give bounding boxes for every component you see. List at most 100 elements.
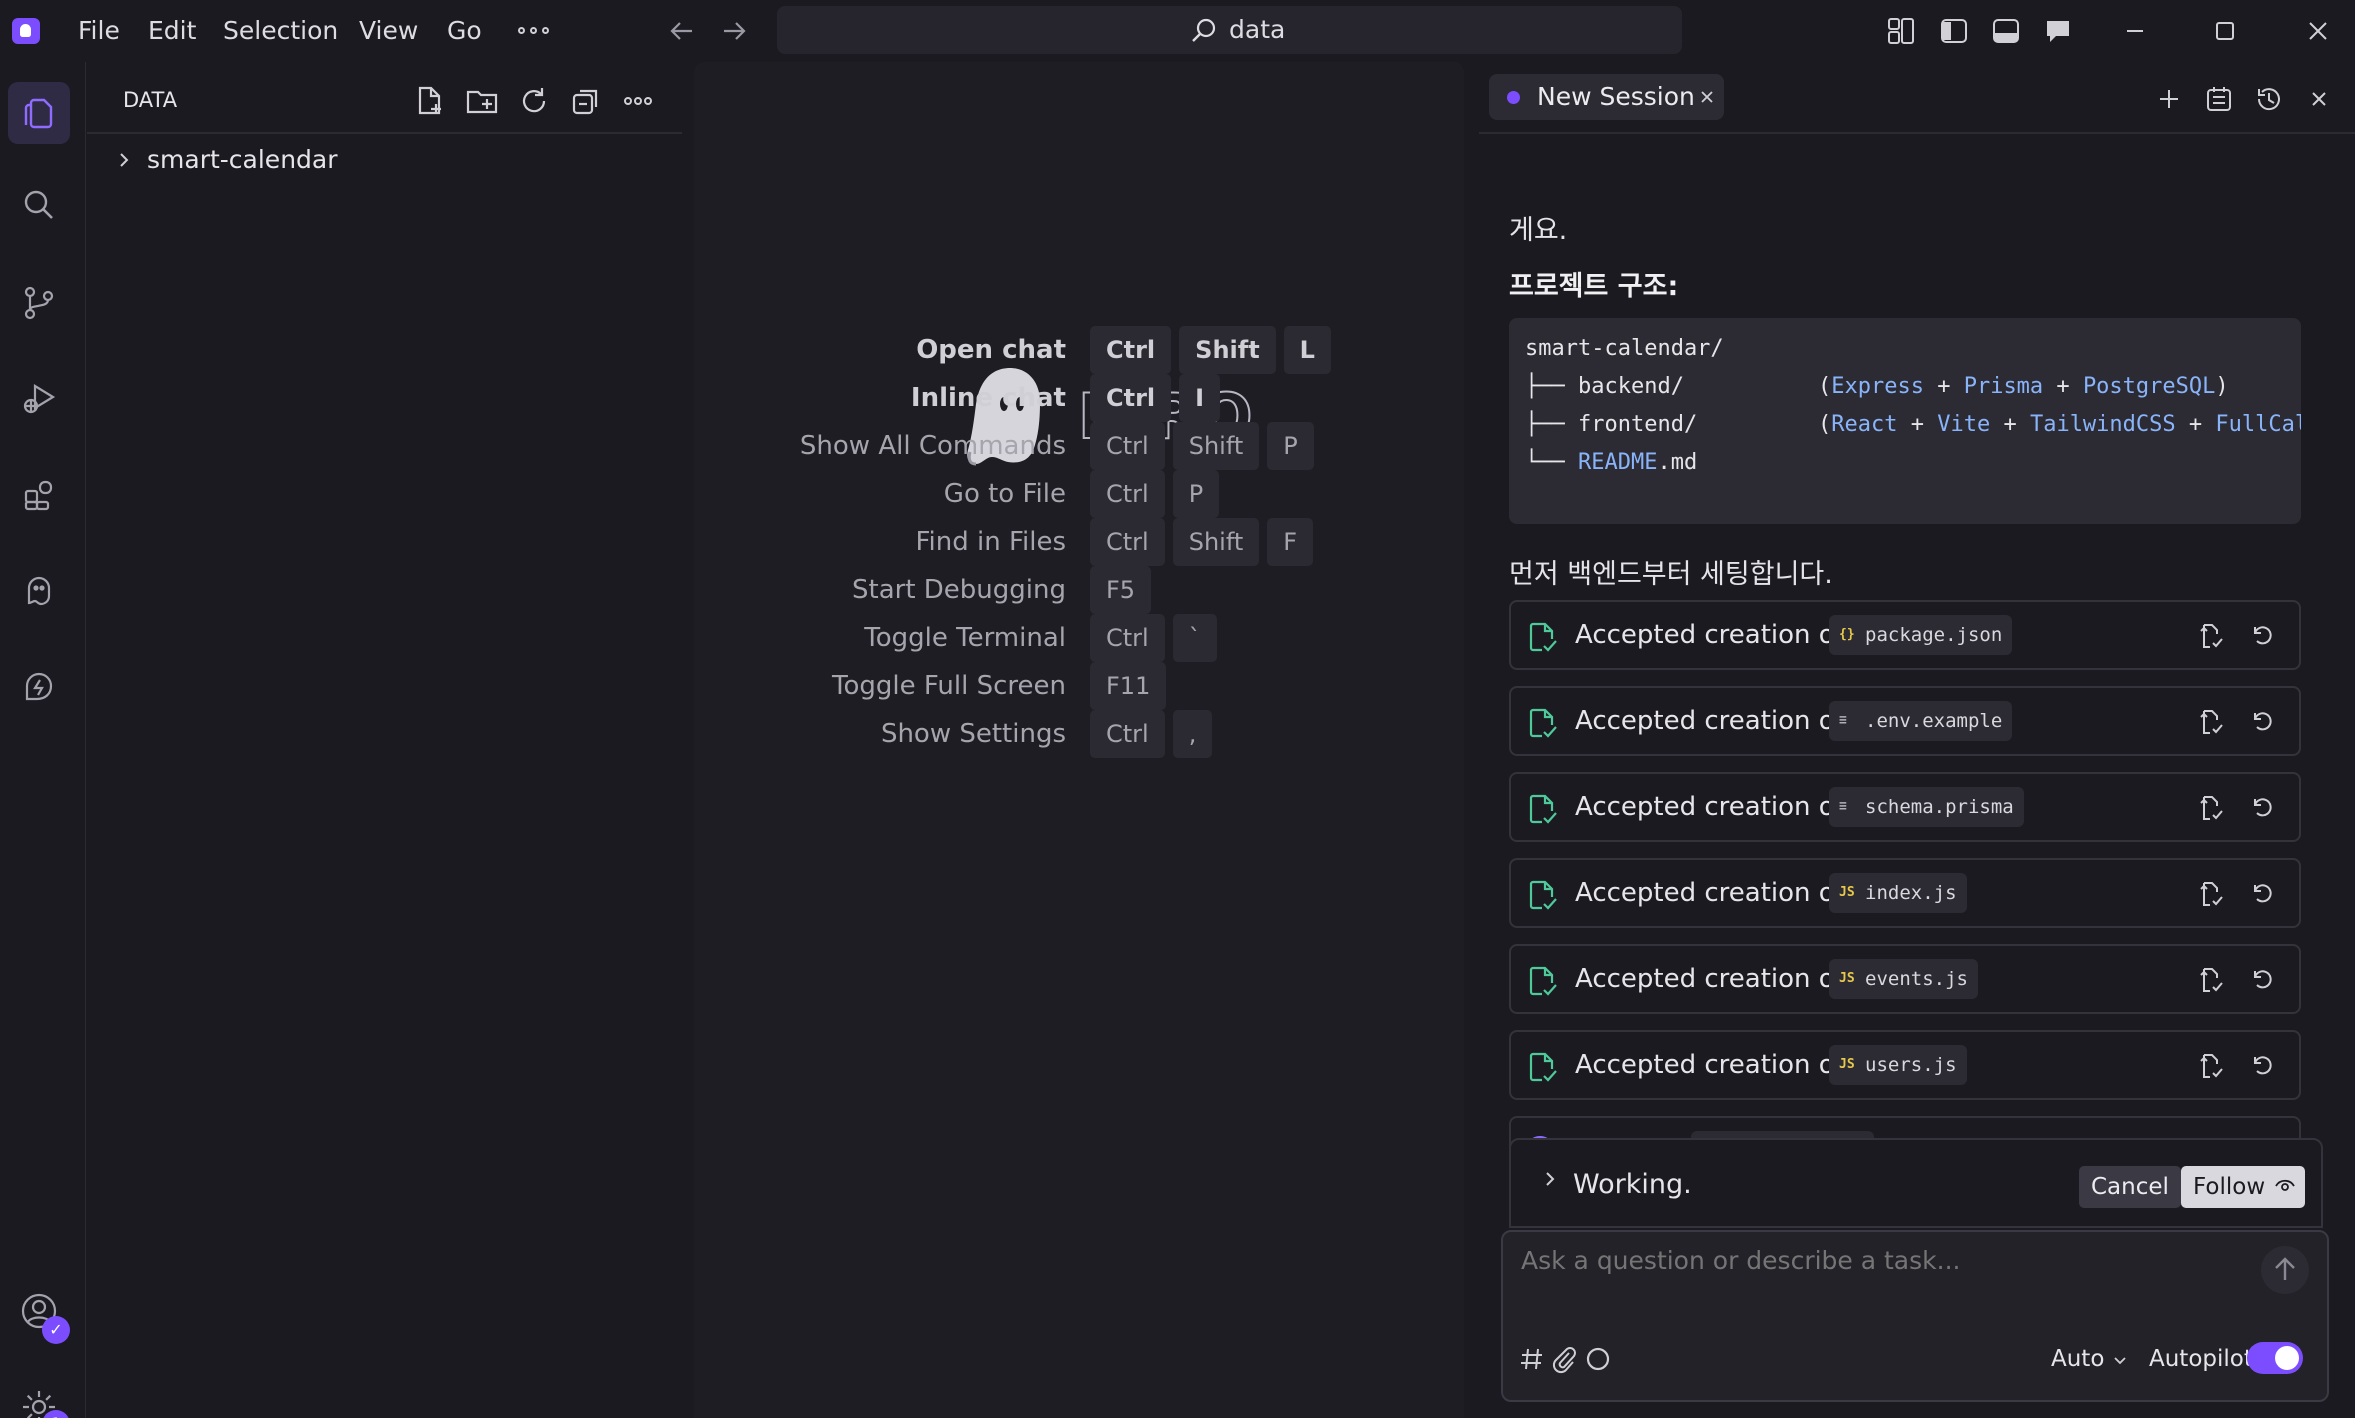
account-verified-badge: ✓: [42, 1316, 70, 1344]
toggle-panel-icon[interactable]: [1991, 16, 2021, 46]
chevron-right-icon[interactable]: [1541, 1170, 1559, 1188]
tree-folder-smart-calendar[interactable]: smart-calendar: [87, 142, 682, 178]
revert-icon[interactable]: [2247, 621, 2277, 651]
mode-select[interactable]: Auto: [2051, 1342, 2128, 1376]
review-diff-icon[interactable]: [2197, 965, 2227, 995]
menu-selection[interactable]: Selection: [223, 0, 338, 62]
file-action-status: Accepted creation of: [1575, 964, 1844, 994]
hash-context-icon[interactable]: [1517, 1344, 1547, 1374]
shortcut-keys: Ctrl P: [1090, 470, 1220, 518]
keycap: F5: [1090, 566, 1152, 614]
file-action-status: Accepted creation of: [1575, 792, 1844, 822]
shortcut-row[interactable]: Open chat Ctrl Shift L: [694, 326, 1464, 374]
command-center[interactable]: data: [777, 6, 1682, 54]
shortcut-keys: Ctrl Shift F: [1090, 518, 1314, 566]
history-icon[interactable]: [2254, 84, 2284, 114]
mcp-lightning-icon[interactable]: [8, 656, 70, 718]
shortcut-row[interactable]: Inline chat Ctrl I: [694, 374, 1464, 422]
source-control-icon[interactable]: [8, 272, 70, 334]
file-action-card[interactable]: Accepted creation of JS index.js: [1509, 858, 2301, 928]
minimize-icon[interactable]: [2120, 16, 2150, 46]
shortcut-keys: Ctrl `: [1090, 614, 1217, 662]
refresh-icon[interactable]: [517, 84, 551, 118]
file-action-card[interactable]: Accepted creation of{} package.json: [1509, 600, 2301, 670]
file-name: package.json: [1865, 624, 2003, 646]
shortcut-keys: Ctrl Shift L: [1090, 326, 1331, 374]
send-button[interactable]: [2261, 1246, 2309, 1294]
follow-button[interactable]: Follow: [2181, 1166, 2305, 1208]
revert-icon[interactable]: [2247, 1051, 2277, 1081]
code-line-root: smart-calendar/: [1525, 336, 1724, 361]
file-action-card[interactable]: Accepted creation of ≡ schema.prisma: [1509, 772, 2301, 842]
shortcut-keys: Ctrl Shift P: [1090, 422, 1314, 470]
customize-layout-icon[interactable]: [1886, 16, 1916, 46]
collapse-all-icon[interactable]: [569, 84, 603, 118]
extensions-icon[interactable]: [8, 464, 70, 526]
keycap: Shift: [1179, 326, 1276, 374]
revert-icon[interactable]: [2247, 793, 2277, 823]
file-chip[interactable]: ≡ schema.prisma: [1829, 787, 2024, 827]
review-diff-icon[interactable]: [2197, 879, 2227, 909]
close-chat-icon[interactable]: [2304, 84, 2334, 114]
chat-toggle-icon[interactable]: [2043, 16, 2073, 46]
shortcut-row[interactable]: Toggle Terminal Ctrl `: [694, 614, 1464, 662]
revert-icon[interactable]: [2247, 965, 2277, 995]
close-tab-icon[interactable]: [1700, 90, 1714, 104]
keycap: I: [1179, 374, 1221, 422]
shortcut-label: Find in Files: [915, 527, 1066, 557]
message-text-tail: 게요.: [1509, 215, 1568, 246]
file-action-card[interactable]: Accepted creation of JS users.js: [1509, 1030, 2301, 1100]
file-chip[interactable]: ≡ .env.example: [1829, 701, 2013, 741]
menu-go[interactable]: Go: [447, 0, 482, 62]
run-debug-icon[interactable]: [8, 368, 70, 430]
menu-file[interactable]: File: [78, 0, 120, 62]
explorer-icon[interactable]: [8, 82, 70, 144]
shortcut-row[interactable]: Go to File Ctrl P: [694, 470, 1464, 518]
chat-input[interactable]: [1521, 1232, 2201, 1290]
shortcut-row[interactable]: Start Debugging F5: [694, 566, 1464, 614]
shortcut-row[interactable]: Find in Files Ctrl Shift F: [694, 518, 1464, 566]
shortcut-row[interactable]: Show Settings Ctrl,: [694, 710, 1464, 758]
file-chip[interactable]: JS users.js: [1829, 1045, 1967, 1085]
menu-edit[interactable]: Edit: [148, 0, 196, 62]
new-file-icon[interactable]: [413, 84, 447, 118]
search-icon[interactable]: [8, 174, 70, 236]
activity-bar: ✓ 1: [0, 62, 86, 1418]
back-arrow-icon[interactable]: [668, 17, 696, 45]
toggle-sidebar-icon[interactable]: [1939, 16, 1969, 46]
session-list-icon[interactable]: [2204, 84, 2234, 114]
review-diff-icon[interactable]: [2197, 621, 2227, 651]
revert-icon[interactable]: [2247, 707, 2277, 737]
new-session-icon[interactable]: [2154, 84, 2184, 114]
circle-icon[interactable]: [1583, 1344, 1613, 1374]
forward-arrow-icon[interactable]: [720, 17, 748, 45]
file-chip[interactable]: JS events.js: [1829, 959, 1978, 999]
file-action-card[interactable]: Accepted creation of ≡ .env.example: [1509, 686, 2301, 756]
session-tab[interactable]: New Session: [1489, 74, 1724, 120]
review-diff-icon[interactable]: [2197, 707, 2227, 737]
file-chip[interactable]: JS index.js: [1829, 873, 1967, 913]
kiro-ghost-icon[interactable]: [8, 560, 70, 622]
review-diff-icon[interactable]: [2197, 1051, 2227, 1081]
maximize-icon[interactable]: [2210, 16, 2240, 46]
review-diff-icon[interactable]: [2197, 793, 2227, 823]
close-window-icon[interactable]: [2303, 16, 2333, 46]
autopilot-toggle[interactable]: [2247, 1342, 2303, 1374]
revert-icon[interactable]: [2247, 879, 2277, 909]
explorer-more-icon[interactable]: [621, 84, 655, 118]
shortcut-row[interactable]: Show All Commands Ctrl Shift P: [694, 422, 1464, 470]
settings-gear-icon[interactable]: 1: [8, 1376, 70, 1418]
file-chip[interactable]: {} package.json: [1829, 615, 2013, 655]
menu-view[interactable]: View: [359, 0, 418, 62]
attach-paperclip-icon[interactable]: [1549, 1344, 1579, 1374]
keycap: Ctrl: [1090, 326, 1172, 374]
shortcut-label: Toggle Terminal: [864, 623, 1066, 653]
account-icon[interactable]: ✓: [8, 1280, 70, 1344]
file-action-card[interactable]: Accepted creation of JS events.js: [1509, 944, 2301, 1014]
shortcut-label: Go to File: [943, 479, 1066, 509]
eye-icon: [2275, 1178, 2295, 1194]
new-folder-icon[interactable]: [465, 84, 499, 118]
more-menu-icon[interactable]: [518, 27, 549, 34]
cancel-button[interactable]: Cancel: [2079, 1166, 2181, 1208]
shortcut-row[interactable]: Toggle Full Screen F11: [694, 662, 1464, 710]
